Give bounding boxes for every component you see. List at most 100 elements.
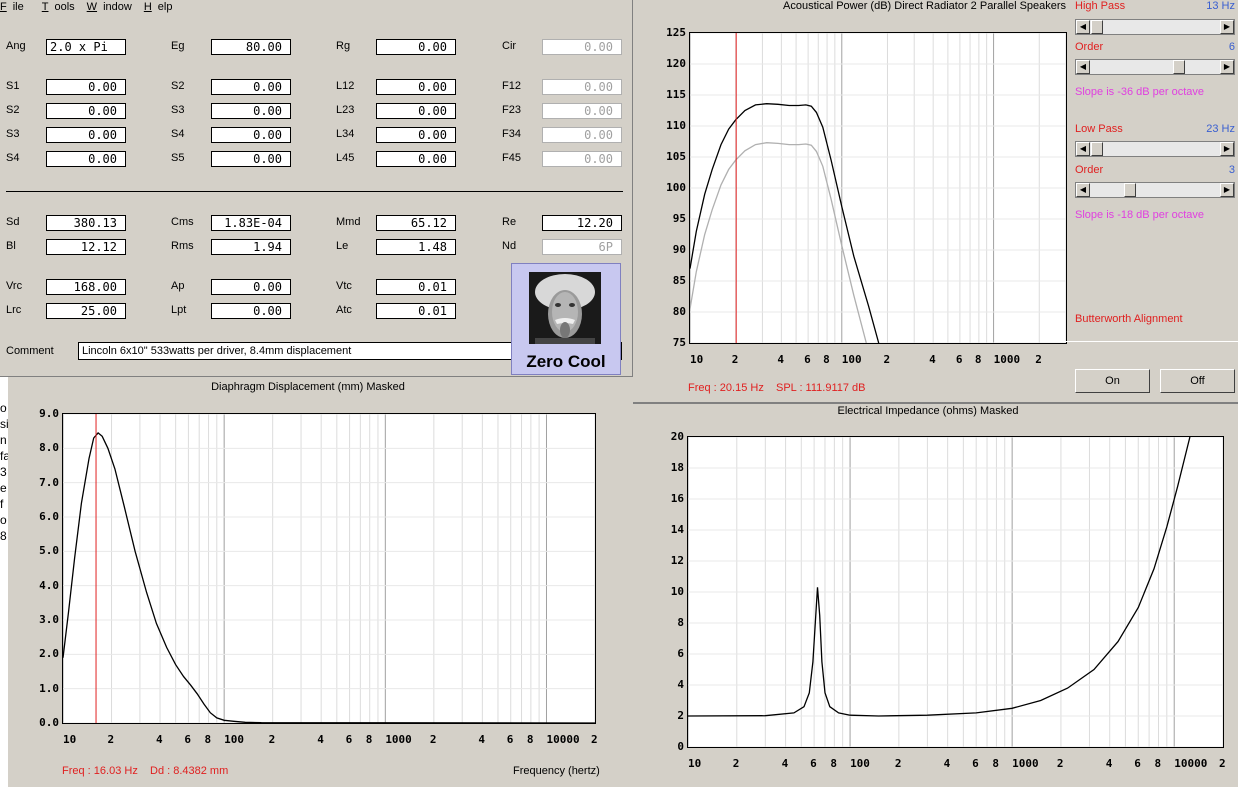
param-field-atc[interactable]: 0.01 (376, 303, 456, 319)
imp-plot[interactable] (687, 436, 1224, 748)
param-label-s3b: S3 (6, 128, 20, 140)
x-tick-label: 8 (365, 733, 373, 746)
x-tick-label: 100 (850, 757, 870, 770)
param-field-cms[interactable]: 1.83E-04 (211, 215, 291, 231)
param-label-cms: Cms (171, 216, 194, 228)
param-label-f23: F23 (502, 104, 521, 116)
high-pass-order-slider[interactable]: ◀ ▶ (1075, 59, 1235, 75)
left-arrow-icon[interactable]: ◀ (1076, 20, 1090, 34)
left-arrow-icon[interactable]: ◀ (1076, 183, 1090, 197)
param-label-s5a: S5 (171, 152, 185, 164)
param-label-rms: Rms (171, 240, 194, 252)
x-tick-label: 4 (943, 757, 951, 770)
y-tick-label: 10 (670, 585, 684, 598)
left-arrow-icon[interactable]: ◀ (1076, 60, 1090, 74)
menu-tools[interactable]: Tools (30, 0, 81, 16)
x-tick-label: 10000 (546, 733, 580, 746)
slider-thumb[interactable] (1124, 183, 1136, 197)
param-field-s4b[interactable]: 0.00 (46, 151, 126, 167)
filter-panel-divider (1065, 341, 1238, 342)
y-tick-label: 0.0 (39, 716, 59, 729)
param-field-s4a[interactable]: 0.00 (211, 127, 291, 143)
param-field-s2b[interactable]: 0.00 (46, 103, 126, 119)
disp-readout-freq: Freq : 16.03 Hz (62, 765, 138, 777)
x-tick-label: 6 (972, 757, 979, 770)
right-arrow-icon[interactable]: ▶ (1220, 60, 1234, 74)
partial-text-fragment: 8 (0, 529, 7, 543)
param-field-s1a[interactable]: 0.00 (46, 79, 126, 95)
x-tick-label: 2 (894, 757, 902, 770)
param-field-mmd[interactable]: 65.12 (376, 215, 456, 231)
slider-thumb[interactable] (1091, 142, 1103, 156)
y-tick-label: 120 (666, 57, 686, 70)
param-field-rg[interactable]: 0.00 (376, 39, 456, 55)
partial-text-fragment: o (0, 513, 7, 527)
low-pass-value: 23 Hz (1206, 123, 1235, 135)
param-field-s2a[interactable]: 0.00 (211, 79, 291, 95)
avatar (529, 272, 601, 344)
high-pass-order-value: 6 (1228, 41, 1235, 53)
param-field-lpt[interactable]: 0.00 (211, 303, 291, 319)
y-tick-label: 16 (670, 492, 684, 505)
off-button[interactable]: Off (1160, 369, 1235, 393)
spl-plot[interactable] (689, 32, 1067, 344)
param-field-lrc[interactable]: 25.00 (46, 303, 126, 319)
x-tick-label: 4 (317, 733, 324, 746)
param-field-sd[interactable]: 380.13 (46, 215, 126, 231)
param-field-f23[interactable]: 0.00 (542, 103, 622, 119)
disp-readout-value: Dd : 8.4382 mm (150, 765, 229, 777)
param-label-ap: Ap (171, 280, 185, 292)
param-field-ang[interactable]: 2.0 x Pi (46, 39, 126, 55)
param-field-cir[interactable]: 0.00 (542, 39, 622, 55)
x-tick-label: 4 (929, 353, 936, 366)
x-tick-label: 6 (506, 733, 514, 746)
param-field-s3b[interactable]: 0.00 (46, 127, 126, 143)
param-field-f34[interactable]: 0.00 (542, 127, 622, 143)
param-field-l45[interactable]: 0.00 (376, 151, 456, 167)
y-tick-label: 4 (677, 678, 684, 691)
disp-plot[interactable] (62, 413, 596, 724)
slider-thumb[interactable] (1091, 20, 1103, 34)
slider-thumb[interactable] (1173, 60, 1185, 74)
low-pass-order-slider[interactable]: ◀ ▶ (1075, 182, 1235, 198)
param-field-bl[interactable]: 12.12 (46, 239, 126, 255)
x-tick-label: 1000 (385, 733, 412, 746)
param-field-l12[interactable]: 0.00 (376, 79, 456, 95)
partial-text-fragment: e (0, 481, 7, 495)
y-tick-label: 0 (677, 740, 684, 753)
menu-file[interactable]: File (0, 0, 30, 16)
param-field-ap[interactable]: 0.00 (211, 279, 291, 295)
high-pass-label: High Pass (1075, 0, 1126, 12)
param-field-f12[interactable]: 0.00 (542, 79, 622, 95)
right-arrow-icon[interactable]: ▶ (1220, 183, 1234, 197)
y-tick-label: 18 (670, 461, 684, 474)
x-tick-label: 8 (526, 733, 534, 746)
param-field-s3a[interactable]: 0.00 (211, 103, 291, 119)
y-tick-label: 8.0 (39, 441, 59, 455)
param-field-vrc[interactable]: 168.00 (46, 279, 126, 295)
on-button[interactable]: On (1075, 369, 1150, 393)
x-tick-label: 8 (992, 757, 1000, 770)
param-field-l34[interactable]: 0.00 (376, 127, 456, 143)
impedance-window: Electrical Impedance (ohms) Masked 02468… (628, 404, 1238, 787)
param-field-eg[interactable]: 80.00 (211, 39, 291, 55)
partial-text-fragment: 3 (0, 465, 7, 479)
y-tick-label: 100 (666, 181, 686, 194)
right-arrow-icon[interactable]: ▶ (1220, 142, 1234, 156)
param-field-l23[interactable]: 0.00 (376, 103, 456, 119)
param-field-re[interactable]: 12.20 (542, 215, 622, 231)
left-arrow-icon[interactable]: ◀ (1076, 142, 1090, 156)
param-field-le[interactable]: 1.48 (376, 239, 456, 255)
param-field-nd[interactable]: 6P (542, 239, 622, 255)
x-tick-label: 100 (841, 353, 862, 366)
y-tick-label: 105 (666, 150, 686, 163)
param-field-vtc[interactable]: 0.01 (376, 279, 456, 295)
param-field-s5a[interactable]: 0.00 (211, 151, 291, 167)
menu-help[interactable]: Help (138, 0, 179, 16)
right-arrow-icon[interactable]: ▶ (1220, 20, 1234, 34)
menu-window[interactable]: Window (81, 0, 138, 16)
param-field-f45[interactable]: 0.00 (542, 151, 622, 167)
param-field-rms[interactable]: 1.94 (211, 239, 291, 255)
low-pass-slider[interactable]: ◀ ▶ (1075, 141, 1235, 157)
high-pass-slider[interactable]: ◀ ▶ (1075, 19, 1235, 35)
